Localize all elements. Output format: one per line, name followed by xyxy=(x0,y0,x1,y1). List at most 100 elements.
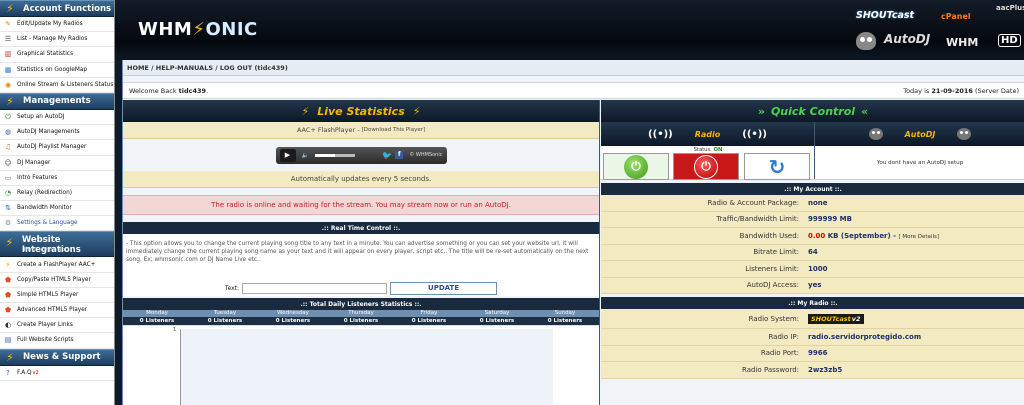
sidebar-item-playlist-manager[interactable]: ♫ AutoDJ Playlist Manager xyxy=(0,140,114,156)
broadcast-icon: ((•)) xyxy=(648,128,673,140)
player-row: ▶ 🔈 🐦 f © WHMSonic xyxy=(123,139,599,171)
welcome-bar: Welcome Back tidc439. Today is 21-09-201… xyxy=(123,82,1024,99)
chevron-right-icon: » xyxy=(757,104,765,118)
sidebar-item-website-scripts[interactable]: ▤ Full Website Scripts xyxy=(0,333,114,349)
update-button[interactable]: UPDATE xyxy=(390,281,498,295)
start-radio-button[interactable]: ⏻ xyxy=(603,153,669,180)
chart-tick-label: 1 xyxy=(173,327,177,333)
twitter-icon[interactable]: 🐦 xyxy=(382,151,392,160)
section-managements: ⚡ Managements xyxy=(0,92,114,110)
broadcast-icon: ((•)) xyxy=(742,128,767,140)
volume-icon[interactable]: 🔈 xyxy=(302,152,309,159)
flashplayer-row: AAC+ FlashPlayer - [Download This Player… xyxy=(123,122,599,139)
link-icon: ◐ xyxy=(4,321,12,330)
sidebar-item-relay[interactable]: ◔ Relay (Redirection) xyxy=(0,186,114,202)
real-time-control-header: .:: Real Time Control ::. xyxy=(123,222,599,234)
html5-icon: ⬟ xyxy=(4,290,12,299)
volume-slider[interactable] xyxy=(314,153,355,157)
sidebar: ⚡ Account Functions ✎ Edit/Update My Radi… xyxy=(0,0,115,405)
download-player-link[interactable]: [Download This Player] xyxy=(362,127,425,133)
sidebar-item-advanced-html5[interactable]: ⬟ Advanced HTML5 Player xyxy=(0,303,114,319)
section-title: News & Support xyxy=(23,352,101,363)
lightning-icon: ⚡ xyxy=(6,2,14,15)
sidebar-item-simple-html5[interactable]: ⬟ Simple HTML5 Player xyxy=(0,288,114,303)
mascot-icon xyxy=(868,128,883,140)
sidebar-item-faq[interactable]: ? F.A.Q v2 xyxy=(0,366,114,381)
live-statistics-header: ⚡ Live Statistics ⚡ xyxy=(123,100,599,122)
lightning-icon: ⚡ xyxy=(5,235,14,249)
song-title-row: Text: UPDATE xyxy=(123,280,599,296)
server-date: Today is 21-09-2016 (Server Date) xyxy=(903,86,1019,95)
lightning-icon: ⚡ xyxy=(6,350,14,364)
sidebar-item-dj-manager[interactable]: ☺ DJ Manager xyxy=(0,156,114,171)
map-icon: ▦ xyxy=(4,65,12,74)
shoutcast-logo: SHOUTcast xyxy=(856,10,915,21)
sidebar-item-player-links[interactable]: ◐ Create Player Links xyxy=(0,318,114,334)
globe-icon: ◉ xyxy=(4,80,12,89)
autodj-message: You dont have an AutoDJ setup xyxy=(876,159,964,166)
sidebar-item-autodj-managements[interactable]: ◍ AutoDJ Managements xyxy=(0,125,114,141)
more-details-link[interactable]: [ More Details] xyxy=(899,234,940,240)
lightning-icon: ⚡ xyxy=(301,104,310,118)
settings-icon: ⚙ xyxy=(4,219,12,228)
list-icon: ☰ xyxy=(4,35,12,44)
whmsonic-logo[interactable]: WHM⚡ONIC xyxy=(138,19,258,40)
whm-logo: WHM xyxy=(946,36,979,49)
sidebar-item-online-stream[interactable]: ◉ Online Stream & Listeners Status xyxy=(0,78,114,93)
section-website-integrations: ⚡ Website Integrations html - php - api xyxy=(0,231,114,258)
lightning-icon: ⚡ xyxy=(412,104,421,118)
radio-row: Radio Port: 9966 xyxy=(601,345,1024,362)
right-column: » Quick Control « ((•)) Radio ((•)) Auto… xyxy=(601,100,1024,405)
sidebar-item-intro-features[interactable]: ▭ Intro Features xyxy=(0,171,114,186)
radio-row: Radio Password: 2wz3zb5 xyxy=(601,362,1024,379)
dj-icon: ☺ xyxy=(4,158,12,167)
quick-control-body: Status: ON ⏻ ⏻ ↻ You dont have an AutoDJ… xyxy=(601,146,1024,180)
player-brand: © WHMSonic xyxy=(409,152,443,158)
disk-icon: ◍ xyxy=(4,128,12,137)
sidebar-item-bandwidth[interactable]: ⇅ Bandwidth Monitor xyxy=(0,201,114,217)
header: WHM⚡ONIC SHOUTcast cPanel aacPlus AutoDJ… xyxy=(115,0,1024,60)
sidebar-item-graphical-stats[interactable]: ▥ Graphical Statistics xyxy=(0,47,114,63)
facebook-icon[interactable]: f xyxy=(395,150,404,159)
pencil-icon: ✎ xyxy=(5,20,11,29)
flash-icon: ⚡ xyxy=(5,260,11,269)
sidebar-item-google-map[interactable]: ▦ Statistics on GoogleMap xyxy=(0,63,114,78)
autodj-panel-header: AutoDJ xyxy=(815,122,1024,146)
restart-radio-button[interactable]: ↻ xyxy=(744,153,810,180)
mascot-icon xyxy=(856,32,876,50)
sidebar-item-settings[interactable]: ⚙ Settings & Language xyxy=(0,216,114,232)
autodj-logo: AutoDJ xyxy=(884,32,931,46)
relay-icon: ◔ xyxy=(4,188,12,197)
plug-icon: ⏻ xyxy=(5,112,11,121)
account-row: Radio & Account Package: none xyxy=(601,195,1024,212)
sidebar-item-flashplayer[interactable]: ⚡ Create a FlashPlayer AAC+ xyxy=(0,257,114,273)
auto-update-notice: Automatically updates every 5 seconds. xyxy=(123,171,599,188)
section-news-support: ⚡ News & Support xyxy=(0,348,114,366)
sidebar-item-copy-html5[interactable]: ⬟ Copy/Paste HTML5 Player xyxy=(0,273,114,288)
quick-control-subheader: ((•)) Radio ((•)) AutoDJ xyxy=(601,122,1024,146)
welcome-text: Welcome Back tidc439. xyxy=(129,86,209,95)
play-icon[interactable]: ▶ xyxy=(279,148,296,162)
song-title-input[interactable] xyxy=(242,282,388,294)
sidebar-item-setup-autodj[interactable]: ⏻ Setup an AutoDJ xyxy=(0,110,114,126)
sidebar-item-list-radios[interactable]: ☰ List - Manage My Radios xyxy=(0,32,114,48)
daily-listeners-header: .:: Total Daily Listeners Statistics ::. xyxy=(123,298,599,310)
graph-icon: ▥ xyxy=(4,50,12,59)
sidebar-item-edit-radios[interactable]: ✎ Edit/Update My Radios xyxy=(0,17,114,33)
account-row: Bandwidth Used: 0.00 KB (September) - [ M… xyxy=(601,228,1024,245)
stop-radio-button[interactable]: ⏻ xyxy=(673,153,739,180)
chart-plot-area: 1 xyxy=(173,327,553,405)
radio-row: Radio IP: radio.servidorprotegido.com xyxy=(601,329,1024,346)
chevron-left-icon: « xyxy=(861,104,869,118)
main-content: HOME / HELP-MANUALS / LOG OUT (tidc439) … xyxy=(122,60,1024,405)
html5-icon: ⬟ xyxy=(4,306,12,315)
listeners-chart: 1 xyxy=(123,325,599,405)
power-off-icon: ⏻ xyxy=(694,154,718,179)
html5-icon: ⬟ xyxy=(4,275,12,284)
breadcrumb[interactable]: HOME / HELP-MANUALS / LOG OUT (tidc439) xyxy=(123,60,1024,76)
cpanel-logo: cPanel xyxy=(941,12,971,21)
quick-control-header: » Quick Control « xyxy=(601,100,1024,122)
section-subtitle: html - php - api xyxy=(24,247,67,254)
refresh-icon: ↻ xyxy=(768,154,786,179)
playlist-icon: ♫ xyxy=(4,143,12,152)
